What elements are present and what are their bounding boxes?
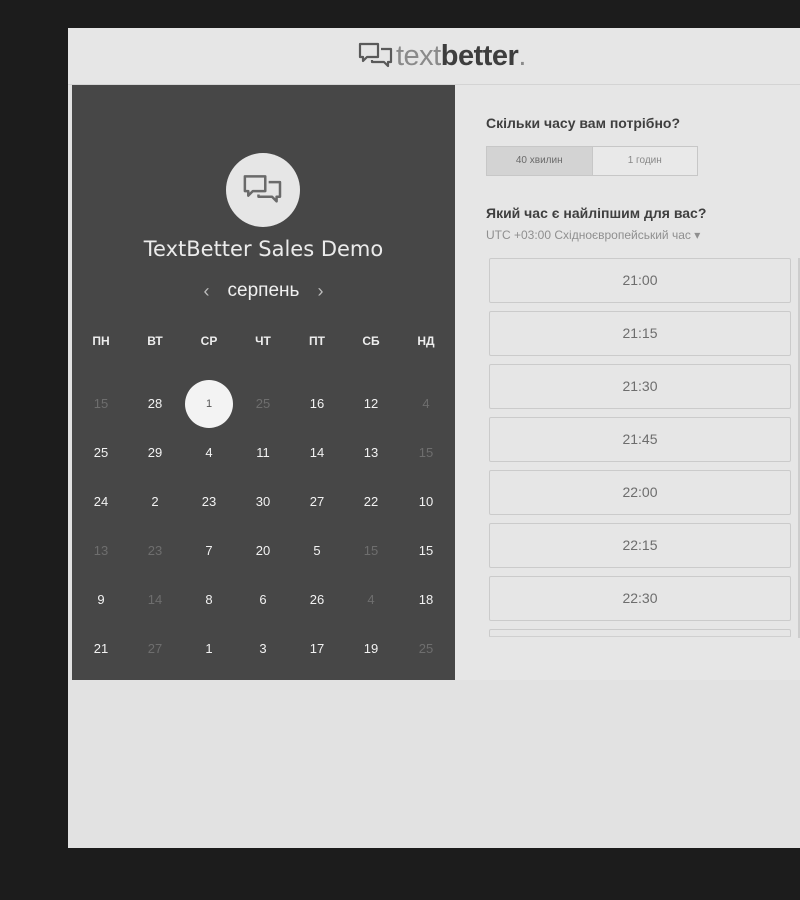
weekday-label: СБ bbox=[362, 334, 380, 348]
timezone-dropdown[interactable]: UTC +03:00 Східноєвропейський час ▾ bbox=[486, 228, 700, 242]
weekday-label: СР bbox=[200, 334, 218, 348]
weekday-label: ЧТ bbox=[255, 334, 271, 348]
time-slot[interactable]: 22:00 bbox=[489, 470, 791, 515]
calendar-day[interactable]: 5 bbox=[293, 527, 341, 575]
weekday-label: ВТ bbox=[147, 334, 163, 348]
calendar-day[interactable]: 20 bbox=[239, 527, 287, 575]
calendar-day[interactable]: 29 bbox=[131, 429, 179, 477]
calendar-day[interactable]: 8 bbox=[185, 576, 233, 624]
calendar-day[interactable]: 21 bbox=[77, 625, 125, 673]
time-slot[interactable]: 21:45 bbox=[489, 417, 791, 462]
prev-month-button[interactable]: ‹ bbox=[194, 281, 220, 302]
calendar-day: 27 bbox=[147, 641, 163, 656]
time-slot-list[interactable]: 21:00 21:15 21:30 21:45 22:00 22:15 22:3… bbox=[489, 258, 791, 637]
logo-text-light: text bbox=[396, 39, 441, 72]
chat-bubbles-icon bbox=[358, 42, 393, 68]
calendar-day[interactable]: 26 bbox=[293, 576, 341, 624]
calendar-day[interactable]: 2 bbox=[131, 478, 179, 526]
weekday-label: НД bbox=[417, 334, 435, 348]
calendar-day: 25 bbox=[255, 396, 271, 411]
calendar-day[interactable]: 1 bbox=[185, 625, 233, 673]
logo-dot: . bbox=[518, 39, 526, 72]
time-slot[interactable]: 22:15 bbox=[489, 523, 791, 568]
calendar-day-selected[interactable]: 1 bbox=[185, 380, 233, 428]
time-slot[interactable]: 21:30 bbox=[489, 364, 791, 409]
calendar-day: 15 bbox=[93, 396, 109, 411]
calendar-day[interactable]: 18 bbox=[402, 576, 450, 624]
calendar-day[interactable]: 17 bbox=[293, 625, 341, 673]
time-slot[interactable]: 21:00 bbox=[489, 258, 791, 303]
duration-selector: 40 хвилин 1 годин bbox=[486, 146, 698, 176]
calendar-day[interactable]: 19 bbox=[347, 625, 395, 673]
calendar-day[interactable]: 14 bbox=[293, 429, 341, 477]
logo: text better. bbox=[358, 40, 526, 72]
event-title: TextBetter Sales Demo bbox=[143, 237, 384, 261]
calendar-day: 14 bbox=[147, 592, 163, 607]
weekday-label: ПТ bbox=[309, 334, 325, 348]
avatar bbox=[226, 153, 300, 227]
calendar-day[interactable]: 6 bbox=[239, 576, 287, 624]
calendar-day[interactable]: 4 bbox=[185, 429, 233, 477]
calendar-day: 4 bbox=[367, 592, 375, 607]
calendar-day: 23 bbox=[147, 543, 163, 558]
calendar-day: 25 bbox=[418, 641, 434, 656]
calendar-day: 15 bbox=[418, 445, 434, 460]
weekday-label: ПН bbox=[92, 334, 110, 348]
calendar-panel: TextBetter Sales Demo ‹ серпень › ПН ВТ … bbox=[72, 85, 455, 680]
calendar-day[interactable]: 10 bbox=[402, 478, 450, 526]
calendar-day[interactable]: 3 bbox=[239, 625, 287, 673]
calendar-day[interactable]: 30 bbox=[239, 478, 287, 526]
calendar-day[interactable]: 28 bbox=[131, 380, 179, 428]
calendar-day[interactable]: 11 bbox=[239, 429, 287, 477]
month-label: серпень bbox=[227, 280, 300, 301]
calendar-day[interactable]: 16 bbox=[293, 380, 341, 428]
time-question: Який час є найліпшим для вас? bbox=[486, 205, 707, 221]
calendar-day[interactable]: 7 bbox=[185, 527, 233, 575]
scheduling-page: text better. TextBetter Sales Demo ‹ серп… bbox=[68, 28, 800, 848]
chat-bubbles-icon bbox=[243, 175, 282, 203]
logo-text-bold: better bbox=[440, 39, 519, 72]
time-slot[interactable]: 22:30 bbox=[489, 576, 791, 621]
time-slot-partial[interactable] bbox=[489, 629, 791, 636]
calendar-day[interactable]: 9 bbox=[77, 576, 125, 624]
duration-option-1-hour[interactable]: 1 годин bbox=[593, 147, 698, 175]
calendar-day[interactable]: 22 bbox=[347, 478, 395, 526]
header: text better. bbox=[68, 28, 800, 85]
calendar-day: 13 bbox=[93, 543, 109, 558]
calendar-day[interactable]: 12 bbox=[347, 380, 395, 428]
time-selection-panel: Скільки часу вам потрібно? 40 хвилин 1 г… bbox=[455, 85, 800, 680]
time-slot[interactable]: 21:15 bbox=[489, 311, 791, 356]
calendar-day: 15 bbox=[363, 543, 379, 558]
calendar-day[interactable]: 24 bbox=[77, 478, 125, 526]
calendar-day[interactable]: 25 bbox=[77, 429, 125, 477]
calendar-day: 4 bbox=[422, 396, 430, 411]
calendar-day[interactable]: 15 bbox=[402, 527, 450, 575]
next-month-button[interactable]: › bbox=[307, 281, 333, 302]
month-navigation: ‹ серпень › bbox=[72, 280, 455, 302]
duration-question: Скільки часу вам потрібно? bbox=[486, 115, 681, 131]
calendar-day[interactable]: 23 bbox=[185, 478, 233, 526]
duration-option-40-min[interactable]: 40 хвилин bbox=[487, 147, 593, 175]
calendar-day[interactable]: 27 bbox=[293, 478, 341, 526]
calendar-day[interactable]: 13 bbox=[347, 429, 395, 477]
